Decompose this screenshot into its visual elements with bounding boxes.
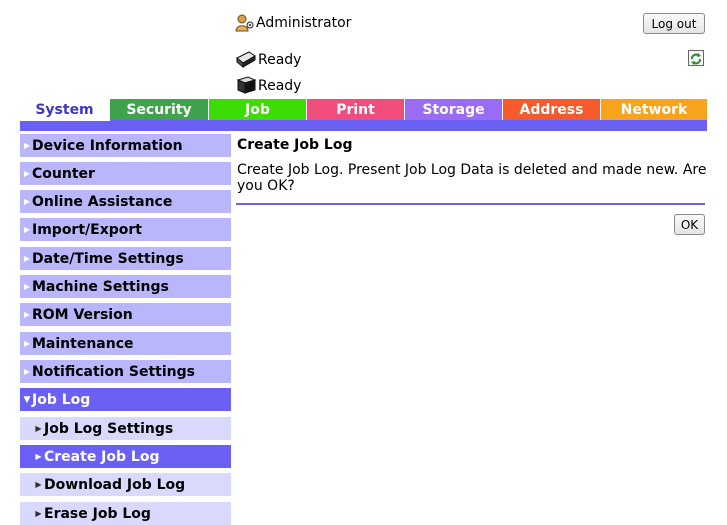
tab-network[interactable]: Network (601, 99, 707, 120)
sidebar-subitem-create-job-log[interactable]: ▶ Create Job Log (20, 445, 231, 468)
arrow-right-icon: ▶ (23, 339, 31, 348)
arrow-right-icon: ▶ (35, 424, 42, 433)
sidebar-item-online-assistance[interactable]: ▶ Online Assistance (20, 190, 231, 213)
sidebar-item-import-export[interactable]: ▶ Import/Export (20, 218, 231, 241)
sidebar-item-counter[interactable]: ▶ Counter (20, 162, 231, 185)
tab-security[interactable]: Security (110, 99, 209, 120)
tab-system[interactable]: System (20, 99, 110, 121)
sidebar-item-label: Job Log (32, 391, 91, 408)
scanner-status: Ready (235, 76, 301, 94)
sidebar-item-label: Import/Export (32, 221, 142, 238)
ok-button[interactable]: OK (674, 214, 705, 235)
admin-user: Administrator (235, 14, 351, 32)
sidebar-item-date-time-settings[interactable]: ▶ Date/Time Settings (20, 247, 231, 270)
sidebar-item-label: Online Assistance (32, 193, 173, 210)
sidebar-item-rom-version[interactable]: ▶ ROM Version (20, 303, 231, 326)
sidebar-item-label: Machine Settings (32, 278, 169, 295)
printer-icon (235, 50, 257, 69)
arrow-right-icon: ▶ (35, 452, 42, 461)
sidebar-subitem-job-log-settings[interactable]: ▶ Job Log Settings (20, 417, 231, 440)
arrow-right-icon: ▶ (23, 310, 31, 319)
administrator-icon (235, 14, 255, 32)
arrow-right-icon: ▶ (35, 509, 42, 518)
sidebar-item-maintenance[interactable]: ▶ Maintenance (20, 332, 231, 355)
sidebar-item-label: Maintenance (32, 335, 134, 352)
sidebar-item-label: Download Job Log (44, 476, 186, 493)
sidebar-subitem-download-job-log[interactable]: ▶ Download Job Log (20, 473, 231, 496)
page-title: Create Job Log (237, 137, 353, 153)
printer-status-text: Ready (258, 52, 302, 68)
refresh-button[interactable] (688, 50, 704, 66)
admin-username: Administrator (256, 15, 352, 31)
sidebar-item-job-log[interactable]: ▼ Job Log (20, 388, 231, 411)
tab-storage[interactable]: Storage (405, 99, 503, 120)
sidebar-item-label: Create Job Log (44, 448, 160, 465)
confirmation-message: Create Job Log. Present Job Log Data is … (237, 162, 707, 194)
arrow-right-icon: ▶ (23, 367, 31, 376)
arrow-right-icon: ▶ (23, 225, 31, 234)
sidebar-item-label: Counter (32, 165, 95, 182)
sidebar-item-label: Device Information (32, 137, 183, 154)
main-tabs: System Security Job Print Storage Addres… (20, 99, 707, 122)
sidebar-subitem-erase-job-log[interactable]: ▶ Erase Job Log (20, 502, 231, 525)
scanner-status-text: Ready (258, 78, 302, 94)
tab-address[interactable]: Address (503, 99, 601, 120)
printer-status: Ready (235, 50, 302, 69)
arrow-right-icon: ▶ (35, 480, 42, 489)
sidebar-item-label: Notification Settings (32, 363, 195, 380)
sidebar-item-label: ROM Version (32, 306, 133, 323)
sidebar-item-machine-settings[interactable]: ▶ Machine Settings (20, 275, 231, 298)
sidebar-item-notification-settings[interactable]: ▶ Notification Settings (20, 360, 231, 383)
arrow-right-icon: ▶ (23, 141, 31, 150)
arrow-right-icon: ▶ (23, 169, 31, 178)
sidebar-item-label: Erase Job Log (44, 505, 151, 522)
arrow-down-icon: ▼ (23, 394, 31, 405)
refresh-icon (689, 51, 703, 70)
arrow-right-icon: ▶ (23, 254, 31, 263)
arrow-right-icon: ▶ (23, 197, 31, 206)
arrow-right-icon: ▶ (23, 282, 31, 291)
tab-print[interactable]: Print (307, 99, 405, 120)
sidebar-item-device-information[interactable]: ▶ Device Information (20, 134, 231, 157)
scanner-icon (235, 76, 257, 94)
logout-button[interactable]: Log out (643, 13, 705, 34)
sidebar-item-label: Job Log Settings (44, 420, 174, 437)
content-divider (236, 203, 705, 205)
tab-job[interactable]: Job (209, 99, 307, 120)
sidebar-item-label: Date/Time Settings (32, 250, 184, 267)
